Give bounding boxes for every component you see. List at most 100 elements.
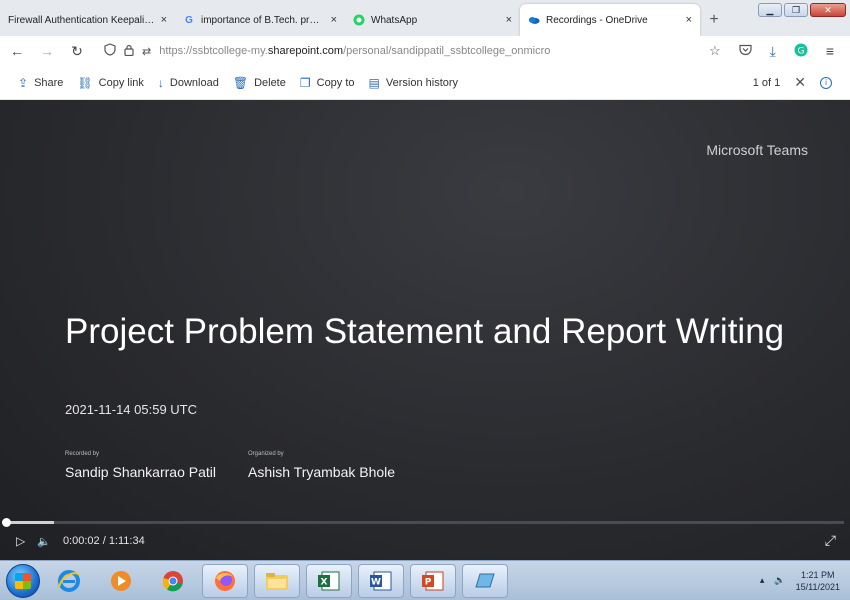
- page-count: 1 of 1: [752, 76, 781, 89]
- svg-text:G: G: [797, 46, 804, 56]
- recorded-by-label: Recorded by: [65, 451, 100, 457]
- url-domain: sharepoint.com: [267, 45, 344, 57]
- download-button[interactable]: ↓ Download: [158, 76, 219, 90]
- speaker-icon[interactable]: 🔈: [774, 575, 785, 586]
- tab-title: WhatsApp: [371, 14, 418, 26]
- tab-close-icon[interactable]: ×: [506, 14, 512, 26]
- start-button[interactable]: [6, 563, 40, 598]
- extension-icon[interactable]: G: [794, 43, 808, 60]
- tab-firewall[interactable]: Firewall Authentication Keepalive ×: [0, 4, 175, 36]
- clock[interactable]: 1:21 PM 15/11/2021: [796, 569, 840, 593]
- video-title: Project Problem Statement and Report Wri…: [65, 312, 785, 351]
- info-icon[interactable]: i: [820, 76, 832, 89]
- teams-brand: Microsoft Teams: [706, 142, 808, 158]
- bookmark-star-icon[interactable]: ☆: [709, 43, 721, 59]
- system-tray: ▴ 🔈 1:21 PM 15/11/2021: [760, 569, 850, 593]
- tab-close-icon[interactable]: ×: [686, 14, 692, 26]
- command-bar-right: 1 of 1 ✕ i: [753, 74, 832, 91]
- powerpoint-icon[interactable]: P: [410, 563, 456, 598]
- word-icon[interactable]: W: [358, 563, 404, 598]
- delete-button[interactable]: 🗑 Delete: [233, 76, 286, 90]
- app-window-icon[interactable]: [462, 563, 508, 598]
- browser-toolbar-right: ⤓ G ≡: [739, 43, 842, 60]
- permissions-icon[interactable]: ⇄: [142, 45, 151, 58]
- shield-icon[interactable]: [104, 43, 116, 59]
- copy-icon: ❐: [299, 75, 311, 90]
- video-player[interactable]: Microsoft Teams Project Problem Statemen…: [0, 100, 850, 560]
- copy-link-label: Copy link: [98, 76, 144, 89]
- svg-text:X: X: [321, 577, 328, 587]
- player-controls: ▷ 🔈 0:00:02 / 1:11:34: [16, 534, 145, 548]
- forward-icon[interactable]: →: [38, 43, 56, 59]
- organized-by-name: Ashish Tryambak Bhole: [248, 464, 396, 480]
- excel-icon[interactable]: X: [306, 563, 352, 598]
- recorded-by-name: Sandip Shankarrao Patil: [65, 464, 216, 480]
- firefox-icon[interactable]: [202, 563, 248, 598]
- copy-link-button[interactable]: ⛓ Copy link: [77, 76, 143, 90]
- seek-handle[interactable]: [2, 518, 11, 527]
- close-viewer-icon[interactable]: ✕: [794, 74, 806, 91]
- media-player-icon[interactable]: [98, 564, 144, 598]
- file-explorer-icon[interactable]: [254, 563, 300, 598]
- copy-to-label: Copy to: [316, 76, 355, 89]
- minimize-icon[interactable]: ▁: [758, 3, 782, 17]
- volume-icon[interactable]: 🔈: [37, 535, 51, 548]
- download-icon: ↓: [157, 75, 164, 90]
- play-icon[interactable]: ▷: [16, 534, 25, 548]
- downloads-icon[interactable]: ⤓: [770, 43, 776, 60]
- clock-date: 15/11/2021: [795, 581, 840, 592]
- url-prefix: https://ssbtcollege-my.: [159, 45, 268, 57]
- address-bar[interactable]: ⇄ https://ssbtcollege-my.sharepoint.com/…: [98, 39, 727, 63]
- lock-icon[interactable]: [124, 43, 134, 59]
- back-icon[interactable]: ←: [8, 43, 26, 59]
- window-close-icon[interactable]: ✕: [810, 3, 846, 17]
- onedrive-icon: [528, 14, 540, 26]
- seek-bar[interactable]: [2, 518, 844, 527]
- share-label: Share: [34, 76, 64, 89]
- windows-logo-icon: [15, 572, 31, 589]
- reload-icon[interactable]: ↻: [68, 43, 86, 60]
- history-icon: ▤: [368, 75, 380, 90]
- link-icon: ⛓: [77, 75, 93, 90]
- version-history-label: Version history: [385, 76, 459, 89]
- browser-tab-strip: Firewall Authentication Keepalive × G im…: [0, 0, 850, 36]
- tab-recordings-onedrive[interactable]: Recordings - OneDrive ×: [520, 4, 700, 36]
- restore-icon[interactable]: ❐: [784, 3, 808, 17]
- svg-text:P: P: [425, 577, 432, 587]
- tab-title: Recordings - OneDrive: [546, 14, 648, 26]
- video-date: 2021-11-14 05:59 UTC: [65, 402, 198, 417]
- window-controls: ▁ ❐ ✕: [758, 3, 846, 17]
- trash-icon: 🗑: [232, 75, 249, 90]
- download-label: Download: [169, 76, 219, 89]
- fullscreen-icon[interactable]: ⤢: [825, 532, 836, 549]
- version-history-button[interactable]: ▤ Version history: [369, 76, 459, 90]
- chrome-icon[interactable]: [150, 564, 196, 598]
- google-icon: G: [185, 14, 193, 26]
- tray-arrow-icon[interactable]: ▴: [760, 575, 765, 586]
- current-time: 0:00:02: [62, 535, 100, 547]
- tab-title: importance of B.Tech. project: [201, 14, 325, 26]
- menu-icon[interactable]: ≡: [826, 43, 834, 59]
- new-tab-button[interactable]: +: [700, 4, 728, 36]
- share-button[interactable]: ⇪ Share: [18, 76, 63, 90]
- copy-to-button[interactable]: ❐ Copy to: [300, 76, 355, 90]
- url-path: /personal/sandippatil_ssbtcollege_onmicr…: [343, 45, 551, 57]
- svg-text:W: W: [371, 577, 381, 587]
- browser-nav-bar: ← → ↻ ⇄ https://ssbtcollege-my.sharepoin…: [0, 36, 850, 66]
- tab-close-icon[interactable]: ×: [161, 14, 167, 26]
- internet-explorer-icon[interactable]: [46, 564, 92, 598]
- url-text[interactable]: https://ssbtcollege-my.sharepoint.com/pe…: [159, 45, 559, 57]
- tab-whatsapp[interactable]: WhatsApp ×: [345, 4, 520, 36]
- organized-by-label: Organized by: [248, 451, 284, 457]
- seek-bar-fill: [6, 521, 54, 524]
- time-display: 0:00:02 / 1:11:34: [62, 535, 145, 547]
- windows-taskbar: X W P ▴ 🔈 1:21 PM 15/11/2021: [0, 560, 850, 600]
- delete-label: Delete: [254, 76, 286, 89]
- tab-close-icon[interactable]: ×: [331, 14, 337, 26]
- share-icon: ⇪: [18, 75, 29, 90]
- pocket-icon[interactable]: [739, 43, 752, 59]
- duration: 1:11:34: [108, 535, 145, 547]
- whatsapp-icon: [353, 14, 365, 26]
- clock-time: 1:21 PM: [801, 569, 835, 580]
- tab-btech-project[interactable]: G importance of B.Tech. project ×: [175, 4, 345, 36]
